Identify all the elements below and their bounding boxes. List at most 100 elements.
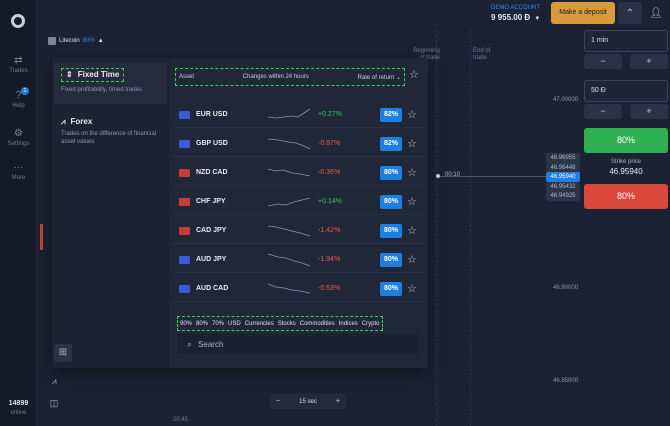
collapse-button[interactable]: ⌃	[618, 2, 642, 24]
favorite-star-icon[interactable]: ☆	[407, 195, 417, 208]
profile-button[interactable]: 👤︎	[644, 2, 668, 24]
interval-increase-button[interactable]: +	[336, 398, 340, 405]
end-label: End of trade	[473, 48, 491, 61]
column-rate[interactable]: Rate of return ⌄	[358, 74, 401, 81]
rail-item-help[interactable]: ? 1 Help	[0, 87, 37, 109]
favorite-star-icon[interactable]: ☆	[407, 108, 417, 121]
filter-chip[interactable]: Crypto	[362, 321, 380, 327]
interval-control: − 15 sec +	[270, 394, 346, 409]
asset-change: +0.14%	[318, 198, 342, 205]
category-list: ⇕ Fixed Time Fixed profitability, timed …	[52, 58, 169, 368]
rail-item-more[interactable]: ··· More	[0, 162, 37, 181]
interval-decrease-button[interactable]: −	[276, 398, 280, 405]
duration-increase-button[interactable]: +	[630, 54, 668, 69]
favorite-star-icon[interactable]: ☆	[407, 166, 417, 179]
asset-row[interactable]: CAD JPY -1.42% 80% ☆	[173, 218, 425, 244]
column-headers: Asset Changes within 24 hours Rate of re…	[175, 68, 405, 86]
flag-icon	[179, 139, 190, 148]
asset-name: CHF JPY	[196, 198, 226, 205]
user-icon: 👤︎	[649, 7, 663, 19]
trading-app: ⇄ Trades ? 1 Help ⚙ Settings ··· More 14…	[0, 0, 670, 426]
favorite-star-icon[interactable]: ☆	[407, 137, 417, 150]
gear-icon: ⚙	[14, 128, 23, 139]
search-icon: ⌕	[187, 338, 193, 349]
asset-row[interactable]: CHF JPY +0.14% 80% ☆	[173, 189, 425, 215]
buy-up-button[interactable]: 80%	[584, 128, 668, 153]
strike-label: Strike price	[610, 159, 641, 165]
asset-row[interactable]: AUD CAD -0.53% 80% ☆	[173, 276, 425, 302]
asset-change: +0.27%	[318, 111, 342, 118]
rail-item-trades[interactable]: ⇄ Trades	[0, 55, 37, 74]
beginning-line	[436, 30, 437, 426]
favorite-star-icon[interactable]: ☆	[407, 224, 417, 237]
asset-row[interactable]: GBP USD -0.87% 82% ☆	[173, 131, 425, 157]
category-forex[interactable]: ⩘ Forex Trades on the difference of fina…	[54, 112, 167, 152]
asset-rate: 82%	[380, 107, 402, 122]
online-count: 14899	[8, 400, 29, 407]
asset-change: -1.94%	[318, 256, 341, 263]
sparkline	[268, 108, 311, 118]
favorite-star-icon[interactable]: ☆	[407, 282, 417, 295]
asset-name: AUD JPY	[196, 256, 227, 263]
duration-decrease-button[interactable]: −	[584, 54, 622, 69]
asset-rate: 80%	[380, 252, 402, 267]
asset-change: -0.87%	[318, 140, 341, 147]
trend-icon: ⩘	[61, 117, 66, 126]
filter-chip[interactable]: Indices	[339, 321, 358, 327]
rail-item-settings[interactable]: ⚙ Settings	[0, 128, 37, 147]
column-change[interactable]: Changes within 24 hours	[243, 74, 309, 80]
price-level-2: 46.90000	[553, 285, 579, 291]
flag-icon	[179, 197, 190, 206]
flag-icon	[179, 255, 190, 264]
amount-field[interactable]: 50 Đ	[584, 80, 668, 102]
search-input[interactable]: Search	[198, 340, 223, 349]
balance[interactable]: 9 955.00 Đ ▼	[491, 13, 540, 22]
asset-change: -0.53%	[318, 285, 341, 292]
flag-icon	[179, 284, 190, 293]
asset-name: NZD CAD	[196, 169, 228, 176]
flag-icon	[179, 168, 190, 177]
fixed-time-title: ⇕ Fixed Time	[61, 68, 125, 82]
filter-chip[interactable]: 90%	[180, 321, 192, 327]
asset-rate: 80%	[380, 223, 402, 238]
asset-name: GBP USD	[196, 140, 228, 147]
asset-rate: 82%	[380, 136, 402, 151]
column-asset[interactable]: Asset	[179, 74, 194, 80]
filter-chip[interactable]: USD	[228, 321, 241, 327]
chevron-down-icon: ▼	[534, 16, 541, 22]
sell-down-button[interactable]: 80%	[584, 184, 668, 209]
fixed-time-desc: Fixed profitability, timed trades	[61, 87, 142, 93]
amount-decrease-button[interactable]: −	[584, 104, 622, 119]
filter-chip[interactable]: Commodities	[300, 321, 335, 327]
sparkline	[268, 168, 311, 176]
filter-chip[interactable]: 70%	[212, 321, 224, 327]
filter-chip[interactable]: 80%	[196, 321, 208, 327]
make-deposit-button[interactable]: Make a deposit	[551, 2, 615, 24]
grid-view-button[interactable]: ⊞	[54, 344, 72, 362]
logo[interactable]	[11, 14, 25, 28]
left-rail: ⇄ Trades ? 1 Help ⚙ Settings ··· More 14…	[0, 0, 37, 426]
duration-field[interactable]: 1 min	[584, 30, 668, 52]
filter-chip[interactable]: Currencies	[245, 321, 274, 327]
asset-row[interactable]: EUR USD +0.27% 82% ☆	[173, 102, 425, 128]
asset-rate: 80%	[380, 194, 402, 209]
asset-rate: 80%	[380, 165, 402, 180]
search-box[interactable]: ⌕ Search	[177, 334, 419, 354]
price-tag: 46.94925	[546, 191, 580, 201]
sparkline	[268, 138, 311, 149]
flag-icon	[179, 110, 190, 119]
amount-increase-button[interactable]: +	[630, 104, 668, 119]
help-icon: ? 1	[0, 87, 37, 101]
favorite-star-icon[interactable]: ☆	[407, 253, 417, 266]
asset-row[interactable]: AUD JPY -1.94% 80% ☆	[173, 247, 425, 273]
chevron-down-icon: ⌄	[395, 74, 401, 81]
price-level-3: 46.85000	[553, 378, 579, 384]
chevron-up-icon: ⌃	[625, 7, 635, 19]
asset-row[interactable]: NZD CAD -0.36% 80% ☆	[173, 160, 425, 186]
dots-icon: ···	[13, 162, 24, 173]
asset-change: -1.42%	[318, 227, 341, 234]
filter-chip[interactable]: Stocks	[278, 321, 296, 327]
asset-rate: 80%	[380, 281, 402, 296]
category-fixed-time[interactable]: ⇕ Fixed Time Fixed profitability, timed …	[54, 62, 167, 104]
favorites-filter-star[interactable]: ☆	[409, 68, 419, 81]
